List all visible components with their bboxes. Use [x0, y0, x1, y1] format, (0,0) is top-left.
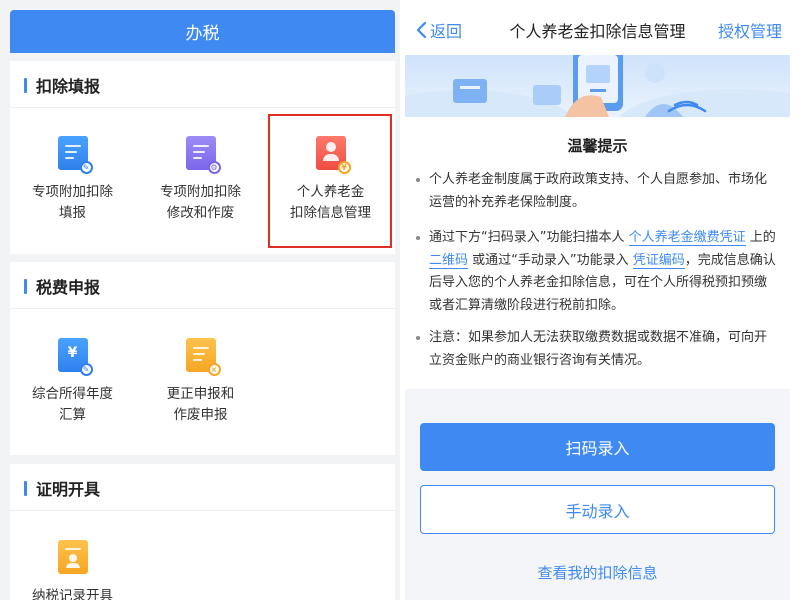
- tile-tax-record-issue[interactable]: 纳税记录开具: [10, 540, 135, 600]
- section-tax-declaration: 税费申报 ¥ ✎ 综合所得年度 汇算 × 更正申报和 作废申报: [10, 262, 395, 455]
- authorization-management-link[interactable]: 授权管理: [718, 18, 782, 42]
- tax-record-icon: [57, 540, 88, 574]
- tile-correction-void-declaration[interactable]: × 更正申报和 作废申报: [138, 338, 263, 426]
- left-panel: 办税 扣除填报 ✎ 专项附加扣除 填报 ⚙ 专项附加扣除 修改和作废 ¥ 个人养…: [0, 0, 400, 600]
- document-edit-icon: ✎: [57, 136, 93, 174]
- section-marker: [24, 480, 27, 496]
- right-panel: 返回 个人养老金扣除信息管理 授权管理 温馨提示 个人养老金制度属于政府政策支持…: [405, 0, 790, 600]
- correction-document-icon: ×: [185, 338, 221, 376]
- tip-paragraph-1: 个人养老金制度属于政府政策支持、个人自愿参加、市场化运营的补充养老保险制度。: [416, 169, 779, 214]
- nav-bar: 返回 个人养老金扣除信息管理 授权管理: [405, 0, 790, 55]
- divider: [10, 308, 395, 309]
- qr-code-link[interactable]: 二维码: [429, 252, 469, 269]
- section-title: 证明开具: [24, 476, 100, 500]
- section-title: 税费申报: [24, 274, 100, 298]
- manual-entry-button[interactable]: 手动录入: [420, 485, 775, 534]
- page-title: 办税: [185, 24, 220, 44]
- tips-card: 温馨提示 个人养老金制度属于政府政策支持、个人自愿参加、市场化运营的补充养老保险…: [405, 117, 790, 389]
- section-certificate-issue: 证明开具 纳税记录开具: [10, 464, 395, 600]
- section-title: 扣除填报: [24, 73, 100, 97]
- divider: [10, 510, 395, 511]
- tips-title: 温馨提示: [567, 137, 628, 155]
- page-header: 办税: [10, 10, 395, 53]
- tile-special-deduction-fill[interactable]: ✎ 专项附加扣除 填报: [10, 136, 135, 224]
- banner-illustration: [405, 55, 790, 117]
- view-my-deductions-link[interactable]: 查看我的扣除信息: [405, 562, 790, 583]
- highlight-frame: [268, 114, 392, 248]
- voucher-code-link[interactable]: 凭证编码: [632, 252, 685, 269]
- divider: [10, 107, 395, 108]
- section-marker: [24, 77, 27, 93]
- tip-paragraph-2: 通过下方“扫码录入”功能扫描本人 个人养老金缴费凭证 上的 二维码 或通过“手动…: [416, 227, 779, 317]
- scan-entry-button[interactable]: 扫码录入: [420, 423, 775, 471]
- tip-paragraph-3: 注意：如果参加人无法获取缴费数据或数据不准确，可向开立资金账户的商业银行咨询有关…: [416, 327, 779, 372]
- section-marker: [24, 278, 27, 294]
- phone-scan-illustration: [405, 55, 790, 117]
- section-deduction-filing: 扣除填报 ✎ 专项附加扣除 填报 ⚙ 专项附加扣除 修改和作废 ¥ 个人养老金 …: [10, 61, 395, 254]
- document-settings-icon: ⚙: [185, 136, 221, 174]
- pension-payment-voucher-link[interactable]: 个人养老金缴费凭证: [628, 230, 746, 246]
- yuan-document-icon: ¥ ✎: [57, 338, 93, 376]
- tile-annual-comprehensive-income[interactable]: ¥ ✎ 综合所得年度 汇算: [10, 338, 135, 426]
- tile-special-deduction-modify[interactable]: ⚙ 专项附加扣除 修改和作废: [138, 136, 263, 224]
